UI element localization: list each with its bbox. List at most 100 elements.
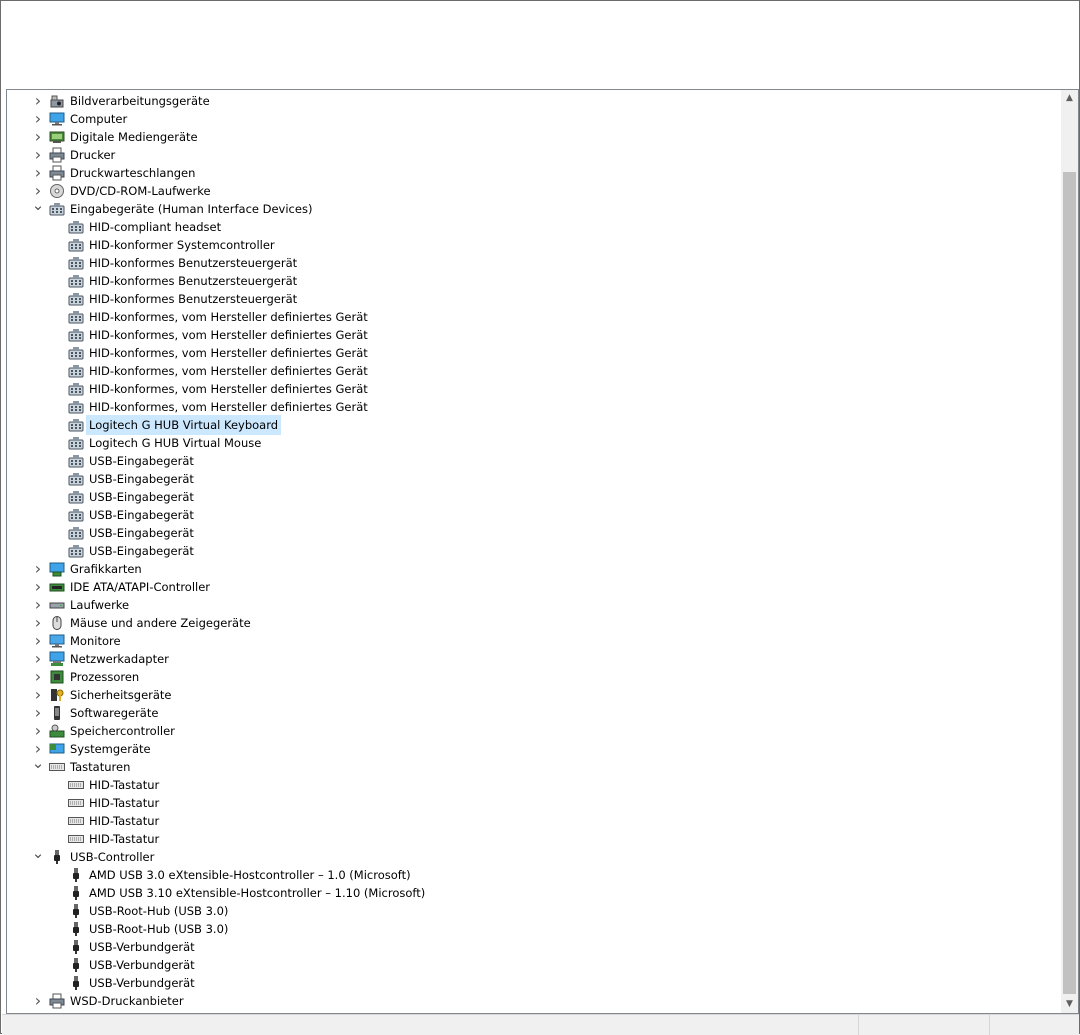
camera-scanner-icon xyxy=(49,93,65,109)
tree-device[interactable]: HID-Tastatur xyxy=(7,830,1059,848)
chevron-right-icon[interactable]: › xyxy=(31,164,45,182)
tree-device[interactable]: AMD USB 3.0 eXtensible-Hostcontroller – … xyxy=(7,866,1059,884)
chevron-right-icon[interactable]: › xyxy=(31,704,45,722)
tree-device[interactable]: HID-konformes Benutzersteuergerät xyxy=(7,254,1059,272)
tree-device[interactable]: Logitech G HUB Virtual Mouse xyxy=(7,434,1059,452)
chevron-right-icon[interactable]: › xyxy=(31,722,45,740)
chevron-right-icon[interactable]: › xyxy=(31,146,45,164)
chevron-right-icon[interactable]: › xyxy=(31,632,45,650)
chevron-right-icon[interactable]: › xyxy=(31,596,45,614)
tree-item-label: HID-konformes Benutzersteuergerät xyxy=(89,256,298,270)
tree-device[interactable]: HID-Tastatur xyxy=(7,776,1059,794)
tree-item-label: HID-konformes Benutzersteuergerät xyxy=(89,292,298,306)
chevron-right-icon[interactable]: › xyxy=(31,668,45,686)
tree-device[interactable]: USB-Eingabegerät xyxy=(7,542,1059,560)
device-tree-panel: › Bildverarbeitungsgeräte › Computer › Digita… xyxy=(6,89,1079,1014)
chevron-right-icon[interactable]: › xyxy=(31,110,45,128)
tree-category[interactable]: › Mäuse und andere Zeigegeräte xyxy=(7,614,1059,632)
hid-icon xyxy=(68,363,84,379)
tree-device[interactable]: HID-Tastatur xyxy=(7,812,1059,830)
tree-category[interactable]: › Monitore xyxy=(7,632,1059,650)
tree-device[interactable]: HID-compliant headset xyxy=(7,218,1059,236)
tree-device[interactable]: HID-konformes Benutzersteuergerät xyxy=(7,290,1059,308)
tree-category[interactable]: › IDE ATA/ATAPI-Controller xyxy=(7,578,1059,596)
tree-category[interactable]: › Softwaregeräte xyxy=(7,704,1059,722)
tree-category[interactable]: › Sicherheitsgeräte xyxy=(7,686,1059,704)
tree-category[interactable]: ⌄ USB-Controller xyxy=(7,844,1059,866)
keyboard-icon xyxy=(68,813,84,829)
tree-category[interactable]: ⌄ Eingabegeräte (Human Interface Devices) xyxy=(7,196,1059,218)
tree-category[interactable]: › Grafikkarten xyxy=(7,560,1059,578)
tree-category[interactable]: › DVD/CD-ROM-Laufwerke xyxy=(7,182,1059,200)
tree-item-label: Prozessoren xyxy=(70,670,140,684)
chevron-right-icon[interactable]: › xyxy=(31,92,45,110)
chevron-down-icon[interactable]: ⌄ xyxy=(31,844,45,862)
tree-device[interactable]: USB-Verbundgerät xyxy=(7,938,1059,956)
chevron-down-icon[interactable]: ⌄ xyxy=(31,196,45,214)
vertical-scrollbar[interactable]: ▲ ▼ xyxy=(1061,90,1078,1013)
tree-device[interactable]: HID-konformes, vom Hersteller definierte… xyxy=(7,308,1059,326)
tree-category[interactable]: › Digitale Mediengeräte xyxy=(7,128,1059,146)
keyboard-icon xyxy=(68,795,84,811)
tree-device[interactable]: USB-Root-Hub (USB 3.0) xyxy=(7,920,1059,938)
tree-item-label: HID-konformes, vom Hersteller definierte… xyxy=(89,364,368,378)
tree-device[interactable]: HID-konformes, vom Hersteller definierte… xyxy=(7,380,1059,398)
tree-device[interactable]: HID-Tastatur xyxy=(7,794,1059,812)
chevron-right-icon[interactable]: › xyxy=(31,128,45,146)
chevron-right-icon[interactable]: › xyxy=(31,992,45,1010)
tree-device[interactable]: USB-Verbundgerät xyxy=(7,956,1059,974)
software-device-icon xyxy=(49,705,65,721)
scrollbar-thumb[interactable] xyxy=(1063,172,1076,994)
chevron-right-icon[interactable]: › xyxy=(31,686,45,704)
tree-category[interactable]: › Laufwerke xyxy=(7,596,1059,614)
disc-drive-icon xyxy=(49,183,65,199)
tree-device[interactable]: HID-konformes, vom Hersteller definierte… xyxy=(7,398,1059,416)
chevron-right-icon[interactable]: › xyxy=(31,614,45,632)
usb-icon xyxy=(68,921,84,937)
chevron-right-icon[interactable]: › xyxy=(31,578,45,596)
tree-device[interactable]: Logitech G HUB Virtual Keyboard xyxy=(7,415,1059,435)
tree-device[interactable]: USB-Eingabegerät xyxy=(7,506,1059,524)
tree-item-label: Tastaturen xyxy=(70,760,131,774)
tree-device[interactable]: AMD USB 3.10 eXtensible-Hostcontroller –… xyxy=(7,884,1059,902)
tree-item-label: USB-Eingabegerät xyxy=(89,508,194,522)
tree-device[interactable]: HID-konformes, vom Hersteller definierte… xyxy=(7,362,1059,380)
tree-device[interactable]: HID-konformer Systemcontroller xyxy=(7,236,1059,254)
tree-device[interactable]: USB-Eingabegerät xyxy=(7,524,1059,542)
tree-category[interactable]: › WSD-Druckanbieter xyxy=(7,992,1059,1010)
tree-device[interactable]: USB-Verbundgerät xyxy=(7,974,1059,992)
tree-device[interactable]: USB-Root-Hub (USB 3.0) xyxy=(7,902,1059,920)
scroll-up-button[interactable]: ▲ xyxy=(1061,90,1078,107)
computer-icon xyxy=(49,111,65,127)
tree-device[interactable]: USB-Eingabegerät xyxy=(7,470,1059,488)
tree-item-label: HID-konformes Benutzersteuergerät xyxy=(89,274,298,288)
tree-category[interactable]: › Systemgeräte xyxy=(7,740,1059,758)
chevron-right-icon[interactable]: › xyxy=(31,560,45,578)
hid-icon xyxy=(68,327,84,343)
tree-category[interactable]: › Computer xyxy=(7,110,1059,128)
tree-category[interactable]: › Bildverarbeitungsgeräte xyxy=(7,92,1059,110)
hid-icon xyxy=(68,273,84,289)
tree-device[interactable]: HID-konformes, vom Hersteller definierte… xyxy=(7,344,1059,362)
tree-category[interactable]: › Netzwerkadapter xyxy=(7,650,1059,668)
tree-item-label: HID-Tastatur xyxy=(89,796,160,810)
hid-icon xyxy=(68,219,84,235)
tree-device[interactable]: HID-konformes Benutzersteuergerät xyxy=(7,272,1059,290)
tree-device[interactable]: USB-Eingabegerät xyxy=(7,488,1059,506)
tree-category[interactable]: › Speichercontroller xyxy=(7,722,1059,740)
scroll-down-button[interactable]: ▼ xyxy=(1061,996,1078,1013)
tree-item-label: Digitale Mediengeräte xyxy=(70,130,198,144)
tree-device[interactable]: HID-konformes, vom Hersteller definierte… xyxy=(7,326,1059,344)
tree-item-label: HID-konformes, vom Hersteller definierte… xyxy=(89,328,368,342)
chevron-right-icon[interactable]: › xyxy=(31,650,45,668)
keyboard-icon xyxy=(68,777,84,793)
tree-item-label: Speichercontroller xyxy=(70,724,175,738)
tree-category[interactable]: ⌄ Tastaturen xyxy=(7,754,1059,776)
hid-icon xyxy=(68,453,84,469)
tree-device[interactable]: USB-Eingabegerät xyxy=(7,452,1059,470)
hid-icon xyxy=(68,435,84,451)
tree-category[interactable]: › Prozessoren xyxy=(7,668,1059,686)
tree-category[interactable]: › Drucker xyxy=(7,146,1059,164)
chevron-down-icon[interactable]: ⌄ xyxy=(31,754,45,772)
tree-category[interactable]: › Druckwarteschlangen xyxy=(7,164,1059,182)
